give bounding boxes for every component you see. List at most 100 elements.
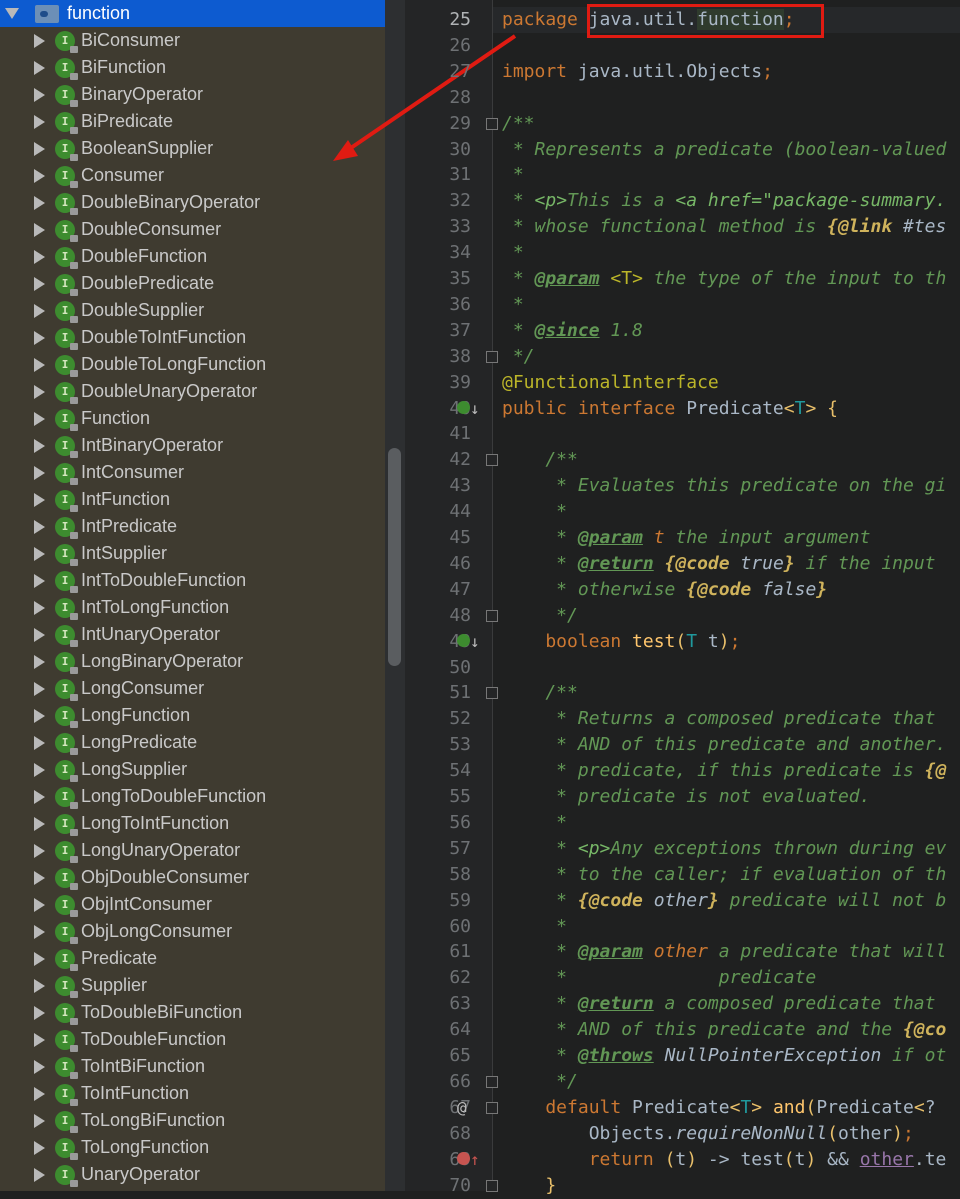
chevron-right-icon[interactable]	[34, 654, 45, 669]
chevron-right-icon[interactable]	[34, 816, 45, 831]
tree-item[interactable]: I IntPredicate	[0, 513, 385, 540]
tree-item[interactable]: I LongPredicate	[0, 729, 385, 756]
chevron-right-icon[interactable]	[34, 1005, 45, 1020]
chevron-right-icon[interactable]	[34, 546, 45, 561]
tree-item[interactable]: I ToIntBiFunction	[0, 1053, 385, 1080]
chevron-right-icon[interactable]	[34, 681, 45, 696]
chevron-right-icon[interactable]	[34, 438, 45, 453]
chevron-right-icon[interactable]	[34, 465, 45, 480]
tree-item[interactable]: I DoubleFunction	[0, 243, 385, 270]
tree-item[interactable]: I DoubleUnaryOperator	[0, 378, 385, 405]
tree-item[interactable]: I Predicate	[0, 945, 385, 972]
chevron-right-icon[interactable]	[34, 870, 45, 885]
tree-item[interactable]: I IntToDoubleFunction	[0, 567, 385, 594]
chevron-right-icon[interactable]	[34, 1167, 45, 1182]
fold-marker-icon[interactable]	[486, 1179, 498, 1192]
fold-marker-icon[interactable]	[486, 1101, 498, 1114]
chevron-right-icon[interactable]	[34, 195, 45, 210]
tree-item[interactable]: I LongConsumer	[0, 675, 385, 702]
tree-item[interactable]: I IntUnaryOperator	[0, 621, 385, 648]
chevron-right-icon[interactable]	[34, 492, 45, 507]
chevron-right-icon[interactable]	[34, 1086, 45, 1101]
implemented-icon[interactable]: ↓	[457, 399, 480, 418]
chevron-right-icon[interactable]	[34, 87, 45, 102]
chevron-right-icon[interactable]	[34, 168, 45, 183]
chevron-right-icon[interactable]	[34, 303, 45, 318]
tree-item[interactable]: I LongToDoubleFunction	[0, 783, 385, 810]
fold-marker-icon[interactable]	[486, 609, 498, 622]
fold-marker-icon[interactable]	[486, 117, 498, 130]
fold-marker-icon[interactable]	[486, 687, 498, 700]
chevron-right-icon[interactable]	[34, 33, 45, 48]
tree-item[interactable]: I IntSupplier	[0, 540, 385, 567]
chevron-right-icon[interactable]	[34, 1032, 45, 1047]
chevron-right-icon[interactable]	[34, 600, 45, 615]
tree-item[interactable]: I BiFunction	[0, 54, 385, 81]
tree-item[interactable]: I LongToIntFunction	[0, 810, 385, 837]
tree-item[interactable]: I DoubleSupplier	[0, 297, 385, 324]
tree-item[interactable]: I UnaryOperator	[0, 1161, 385, 1188]
lambda-icon[interactable]: ↑	[457, 1150, 480, 1169]
tree-item[interactable]: I ObjIntConsumer	[0, 891, 385, 918]
project-tree-scrollbar-thumb[interactable]	[388, 448, 401, 666]
tree-item[interactable]: I DoubleBinaryOperator	[0, 189, 385, 216]
tree-item[interactable]: I ObjDoubleConsumer	[0, 864, 385, 891]
tree-item[interactable]: I DoubleConsumer	[0, 216, 385, 243]
fold-marker-icon[interactable]	[486, 350, 498, 363]
tree-item[interactable]: I LongBinaryOperator	[0, 648, 385, 675]
chevron-right-icon[interactable]	[34, 735, 45, 750]
chevron-down-icon[interactable]	[5, 8, 19, 19]
chevron-right-icon[interactable]	[34, 1059, 45, 1074]
chevron-right-icon[interactable]	[34, 843, 45, 858]
chevron-right-icon[interactable]	[34, 789, 45, 804]
chevron-right-icon[interactable]	[34, 897, 45, 912]
tree-item[interactable]: I Consumer	[0, 162, 385, 189]
chevron-right-icon[interactable]	[34, 627, 45, 642]
chevron-right-icon[interactable]	[34, 222, 45, 237]
tree-item[interactable]: I BiPredicate	[0, 108, 385, 135]
chevron-right-icon[interactable]	[34, 519, 45, 534]
chevron-right-icon[interactable]	[34, 762, 45, 777]
chevron-right-icon[interactable]	[34, 924, 45, 939]
chevron-right-icon[interactable]	[34, 951, 45, 966]
tree-item-package-function[interactable]: function	[0, 0, 385, 27]
tree-item[interactable]: I LongFunction	[0, 702, 385, 729]
tree-item[interactable]: I ToIntFunction	[0, 1080, 385, 1107]
tree-item[interactable]: I LongSupplier	[0, 756, 385, 783]
chevron-right-icon[interactable]	[34, 1140, 45, 1155]
tree-item[interactable]: I IntToLongFunction	[0, 594, 385, 621]
tree-item[interactable]: I Supplier	[0, 972, 385, 999]
chevron-right-icon[interactable]	[34, 411, 45, 426]
tree-item[interactable]: I DoublePredicate	[0, 270, 385, 297]
chevron-right-icon[interactable]	[34, 357, 45, 372]
tree-item[interactable]: I ToDoubleFunction	[0, 1026, 385, 1053]
tree-item[interactable]: I ToLongFunction	[0, 1134, 385, 1161]
tree-item[interactable]: I ObjLongConsumer	[0, 918, 385, 945]
chevron-right-icon[interactable]	[34, 60, 45, 75]
tree-item[interactable]: I IntFunction	[0, 486, 385, 513]
tree-item[interactable]: I BiConsumer	[0, 27, 385, 54]
chevron-right-icon[interactable]	[34, 141, 45, 156]
tree-item[interactable]: I DoubleToLongFunction	[0, 351, 385, 378]
fold-marker-icon[interactable]	[486, 454, 498, 467]
tree-item[interactable]: I LongUnaryOperator	[0, 837, 385, 864]
chevron-right-icon[interactable]	[34, 708, 45, 723]
tree-item[interactable]: I ToDoubleBiFunction	[0, 999, 385, 1026]
chevron-right-icon[interactable]	[34, 330, 45, 345]
override-marker[interactable]: @	[457, 1098, 467, 1117]
chevron-right-icon[interactable]	[34, 978, 45, 993]
chevron-right-icon[interactable]	[34, 573, 45, 588]
chevron-right-icon[interactable]	[34, 114, 45, 129]
tree-item[interactable]: I IntConsumer	[0, 459, 385, 486]
chevron-right-icon[interactable]	[34, 384, 45, 399]
tree-item[interactable]: I IntBinaryOperator	[0, 432, 385, 459]
fold-marker-icon[interactable]	[486, 1075, 498, 1088]
tree-item[interactable]: I ToLongBiFunction	[0, 1107, 385, 1134]
tree-item[interactable]: I DoubleToIntFunction	[0, 324, 385, 351]
implemented-icon[interactable]: ↓	[457, 632, 480, 651]
tree-item[interactable]: I BinaryOperator	[0, 81, 385, 108]
tree-item[interactable]: I Function	[0, 405, 385, 432]
tree-item[interactable]: I BooleanSupplier	[0, 135, 385, 162]
chevron-right-icon[interactable]	[34, 276, 45, 291]
chevron-right-icon[interactable]	[34, 249, 45, 264]
